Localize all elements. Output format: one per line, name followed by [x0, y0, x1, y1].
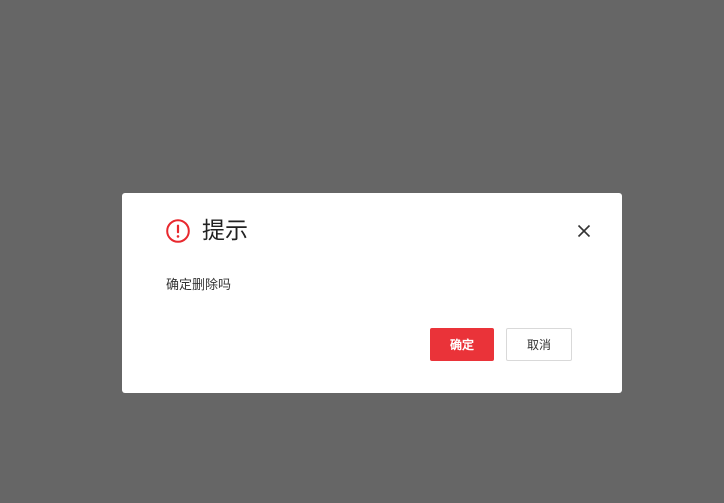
confirm-dialog: 提示 确定删除吗 确定 取消 [122, 193, 622, 393]
warning-circle-icon [166, 219, 190, 243]
dialog-title: 提示 [202, 218, 248, 244]
cancel-button[interactable]: 取消 [506, 328, 572, 361]
confirm-button[interactable]: 确定 [430, 328, 494, 361]
close-icon[interactable] [576, 223, 592, 239]
dialog-header: 提示 [166, 215, 248, 247]
dialog-message: 确定删除吗 [166, 278, 232, 293]
